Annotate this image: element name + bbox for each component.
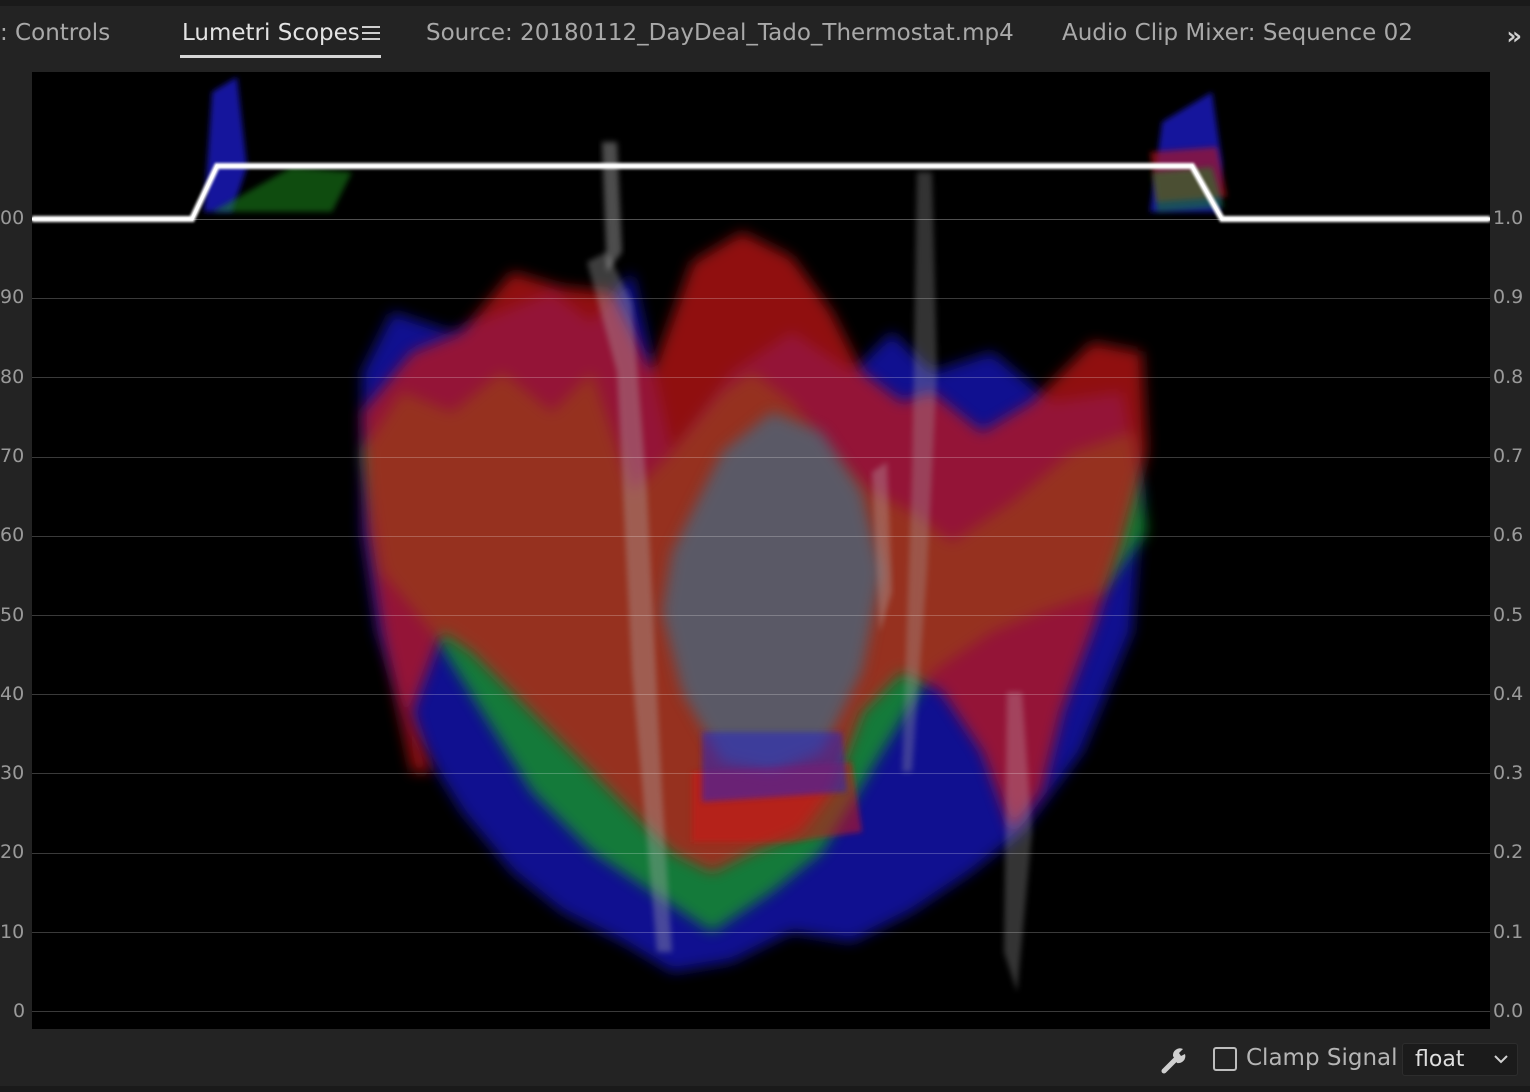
- wrench-icon[interactable]: [1159, 1046, 1189, 1076]
- tab-audio-clip-mixer[interactable]: Audio Clip Mixer: Sequence 02: [1062, 20, 1413, 46]
- hamburger-menu-icon[interactable]: [362, 26, 380, 41]
- chevron-down-icon: [1494, 1055, 1508, 1064]
- scale-right-1-0: 1.0: [1493, 207, 1524, 229]
- bottom-border: [0, 1086, 1530, 1092]
- scale-left-30: 30: [0, 762, 25, 784]
- scale-left-0: 0: [13, 1000, 26, 1022]
- scale-left-80: 80: [0, 366, 25, 388]
- scale-right-0-0: 0.0: [1493, 1000, 1524, 1022]
- panel-tab-bar: : Controls Lumetri Scopes Source: 201801…: [0, 6, 1530, 64]
- scale-right-0-2: 0.2: [1493, 841, 1524, 863]
- scale-right-0-1: 0.1: [1493, 921, 1524, 943]
- scale-left-60: 60: [0, 524, 25, 546]
- scale-right-0-4: 0.4: [1493, 683, 1524, 705]
- scale-right-0-7: 0.7: [1493, 445, 1524, 467]
- scale-right-0-8: 0.8: [1493, 366, 1524, 388]
- double-chevron-right-icon[interactable]: »: [1506, 22, 1522, 50]
- tab-effect-controls[interactable]: : Controls: [0, 20, 110, 46]
- precision-value: float: [1415, 1047, 1465, 1072]
- scale-left-50: 50: [0, 604, 25, 626]
- scale-left-10: 10: [0, 921, 25, 943]
- scale-left-90: 90: [0, 286, 25, 308]
- active-tab-indicator: [180, 55, 381, 58]
- lumetri-waveform-scope: [32, 72, 1490, 1029]
- scale-left-70: 70: [0, 445, 25, 467]
- clamp-signal-label[interactable]: Clamp Signal: [1246, 1045, 1398, 1071]
- scale-left-20: 20: [0, 841, 25, 863]
- tab-lumetri-scopes[interactable]: Lumetri Scopes: [182, 20, 360, 46]
- precision-select[interactable]: float: [1402, 1043, 1518, 1076]
- scale-left-40: 40: [0, 683, 25, 705]
- scale-right-0-6: 0.6: [1493, 524, 1524, 546]
- tab-source-monitor[interactable]: Source: 20180112_DayDeal_Tado_Thermostat…: [426, 20, 1014, 46]
- scale-left-100: 00: [0, 207, 25, 229]
- scale-right-0-5: 0.5: [1493, 604, 1524, 626]
- clamp-signal-checkbox[interactable]: [1213, 1047, 1237, 1071]
- waveform-trace: [32, 77, 1490, 992]
- scale-right-0-9: 0.9: [1493, 286, 1524, 308]
- scale-right-0-3: 0.3: [1493, 762, 1524, 784]
